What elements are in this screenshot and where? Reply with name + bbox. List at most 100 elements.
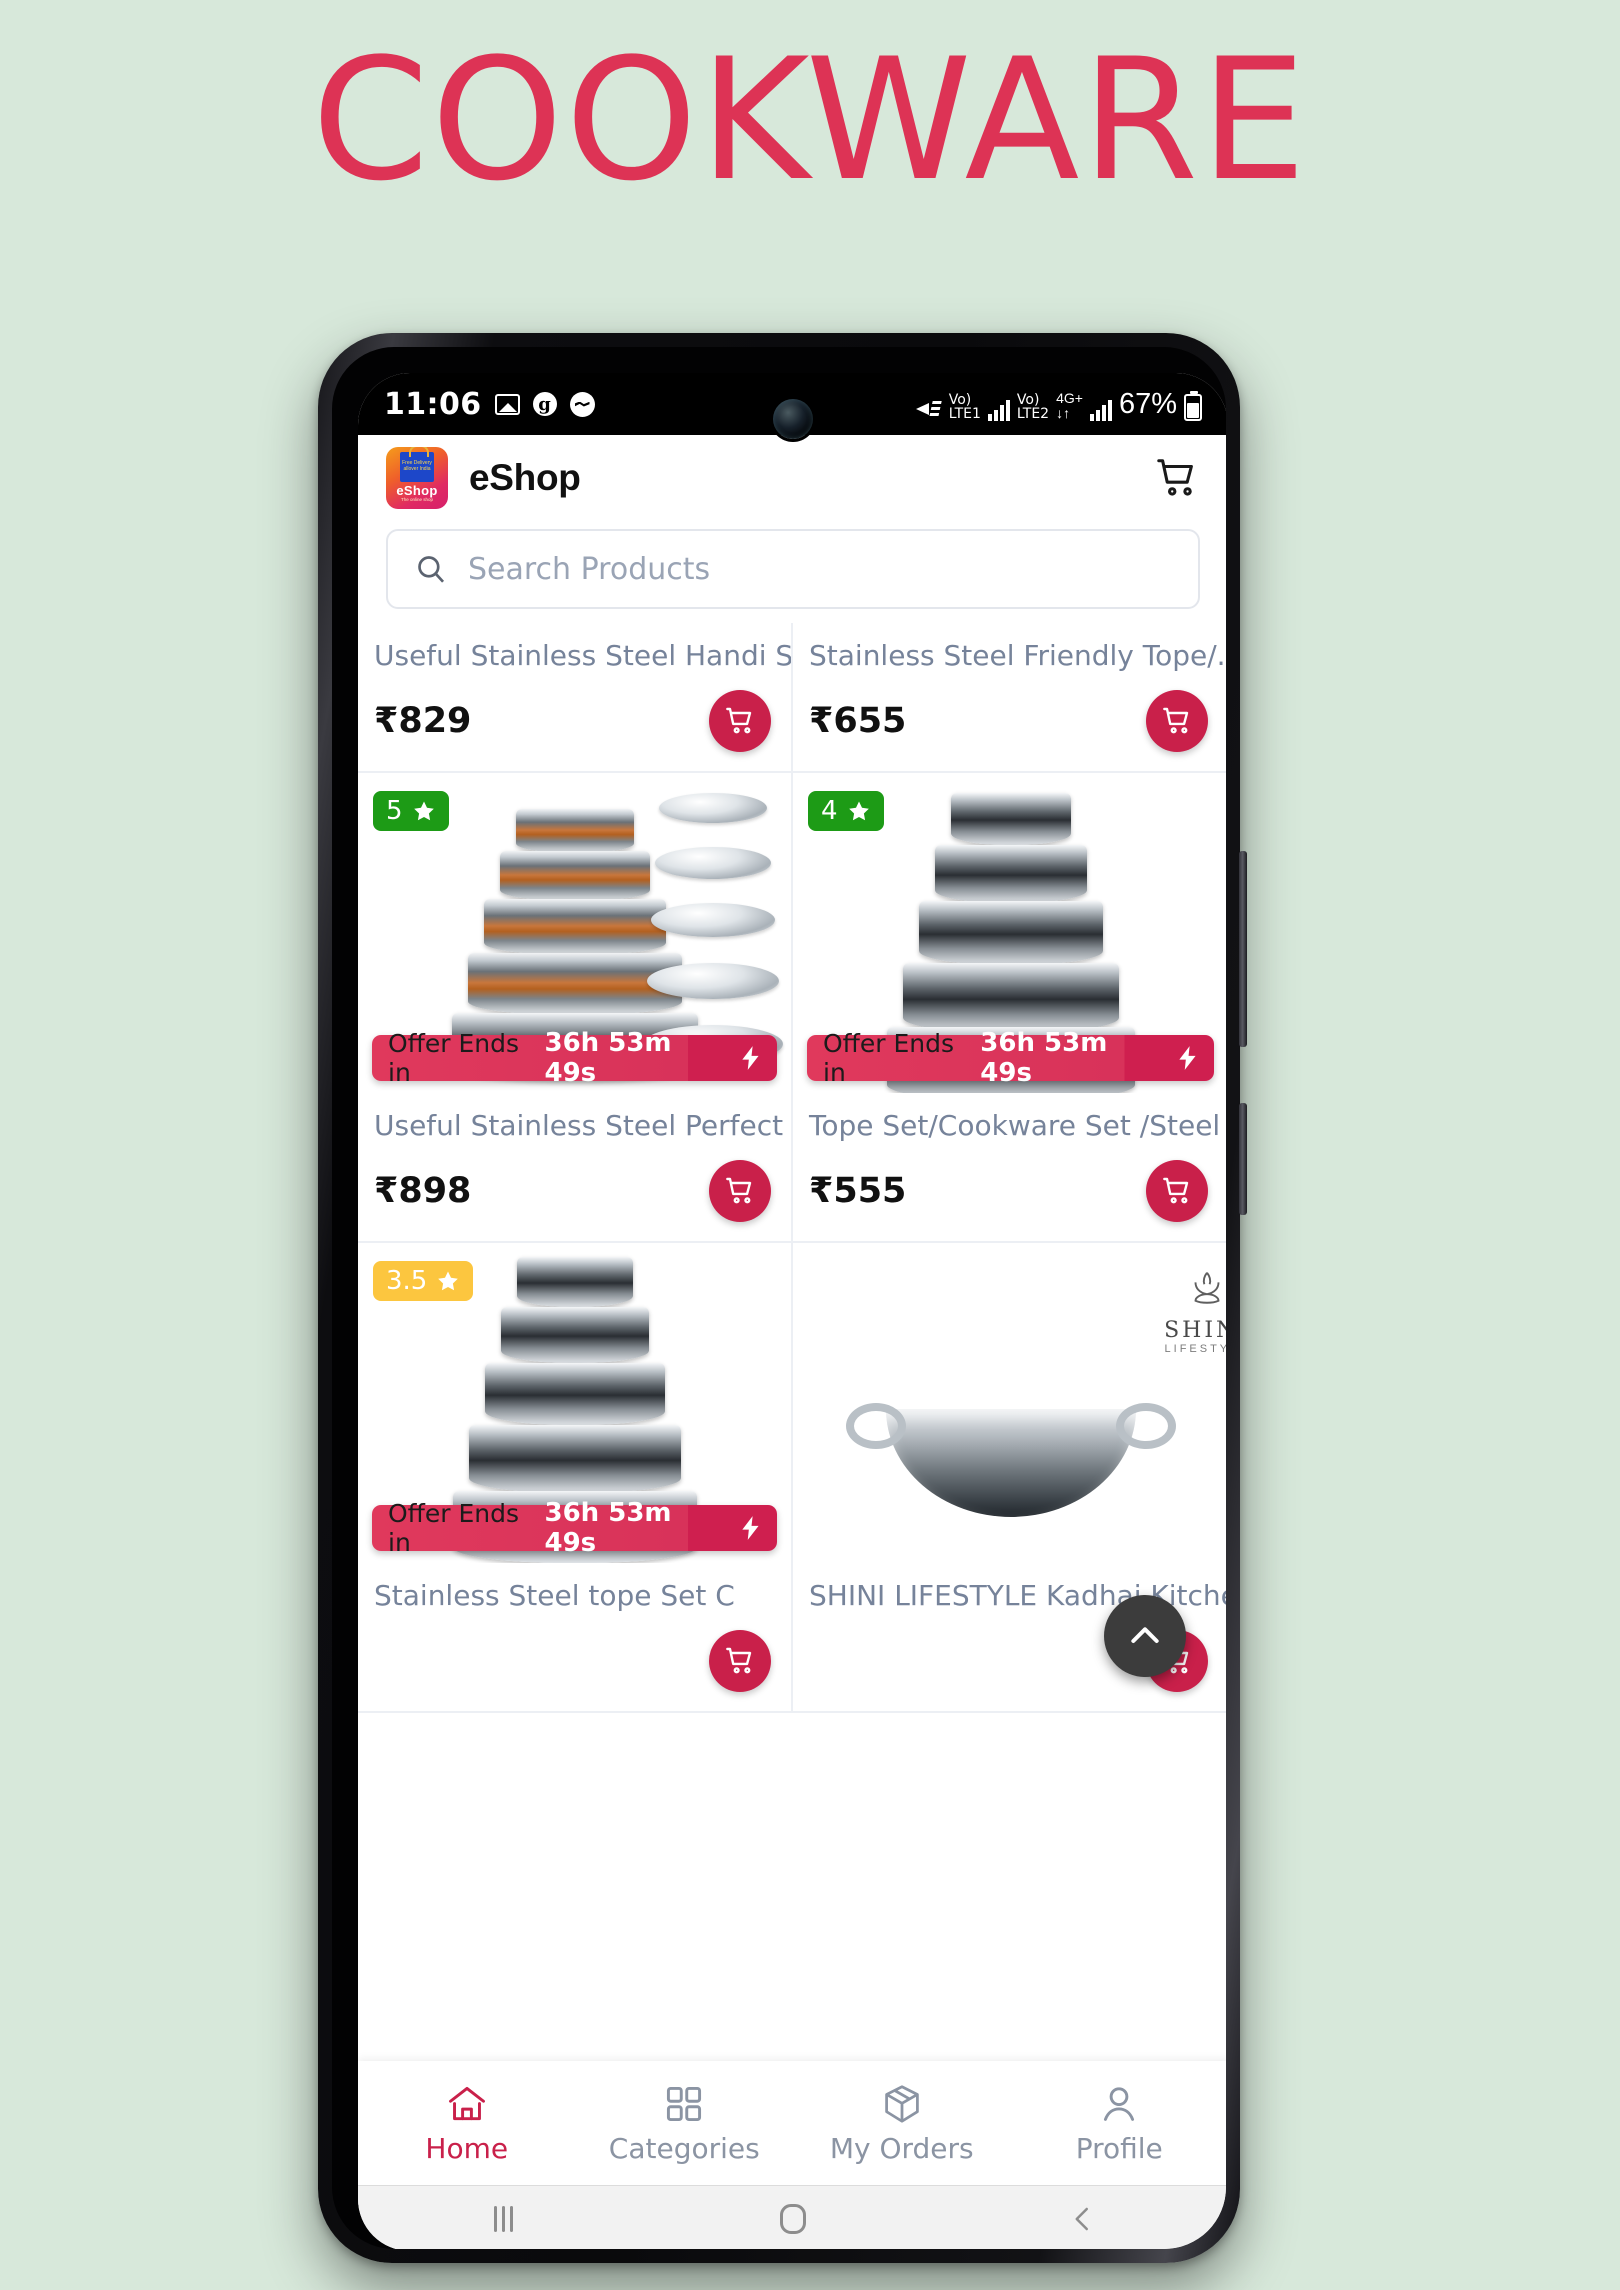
app-bar: Free Delivery allover India eShop The on… (358, 435, 1226, 521)
back-chevron-icon (1075, 2207, 1088, 2230)
battery-percent: 67% (1118, 387, 1177, 420)
nav-item-my-orders[interactable]: My Orders (793, 2082, 1011, 2165)
package-icon (884, 2084, 919, 2123)
sim1-volte-bottom: LTE1 (948, 405, 981, 422)
sim2-signal-icon (1089, 399, 1112, 421)
status-time: 11:06 (384, 386, 482, 422)
add-to-cart-button[interactable] (709, 1160, 771, 1222)
offer-label: Offer Ends in (823, 1029, 955, 1087)
android-recents-button[interactable] (358, 2205, 648, 2232)
home-icon (448, 2086, 485, 2120)
product-name: Stainless Steel tope Set C (374, 1579, 735, 1612)
page-title: COOKWARE (311, 22, 1309, 218)
android-back-button[interactable] (938, 2204, 1226, 2234)
bottom-navigation: Home Categories My Orders Profile (358, 2061, 1226, 2185)
add-to-cart-button[interactable] (1146, 1160, 1208, 1222)
product-card[interactable]: Stainless Steel Friendly Tope/... ₹655 (793, 623, 1226, 773)
scroll-to-top-icon (1131, 1627, 1159, 1643)
rating-value: 4 (821, 796, 838, 826)
add-to-cart-button[interactable] (1146, 690, 1208, 752)
lightning-bolt-icon (724, 1043, 777, 1073)
star-icon (848, 801, 869, 821)
person-icon (1104, 2086, 1135, 2121)
product-price-row: ₹829 (358, 685, 791, 771)
recents-icon (493, 2205, 513, 2232)
sim2-volte-top: Vo) (1016, 391, 1040, 408)
status-bar-right: Vo) LTE1 Vo) LTE2 4G+ ↓↑ 67% (915, 387, 1202, 421)
product-image: 5 Offer Ends in 36h 53m 49s (358, 773, 791, 1093)
volume-button[interactable] (1239, 851, 1247, 1047)
lightning-bolt-icon (724, 1513, 777, 1543)
offer-countdown: 36h 53m 49s (980, 1028, 1108, 1088)
poster-root: COOKWARE 11:06 g Vo) LTE1 Vo) LTE2 4G+ ↓… (0, 0, 1620, 2290)
status-bar: 11:06 g Vo) LTE1 Vo) LTE2 4G+ ↓↑ 67% (358, 373, 1226, 439)
offer-label: Offer Ends in (388, 1499, 520, 1557)
product-name: Useful Stainless Steel Perfect ... (374, 1109, 791, 1142)
battery-icon (1184, 390, 1202, 421)
offer-countdown: 36h 53m 49s (544, 1498, 672, 1558)
search-placeholder: Search Products (468, 551, 711, 587)
nav-label-home: Home (425, 2131, 509, 2165)
rating-badge: 3.5 (373, 1261, 474, 1301)
product-image: 3.5 Offer Ends in 36h 53m 49s (358, 1243, 791, 1563)
add-to-cart-button[interactable] (709, 1630, 771, 1692)
logo-bag-icon: Free Delivery allover India (400, 447, 434, 482)
lightning-bolt-icon (1161, 1043, 1214, 1073)
network-label: 4G+ (1056, 390, 1083, 407)
rating-value: 5 (386, 796, 403, 826)
product-price: ₹829 (374, 701, 472, 741)
offer-countdown: 36h 53m 49s (544, 1028, 672, 1088)
phone-screen: 11:06 g Vo) LTE1 Vo) LTE2 4G+ ↓↑ 67% Fre… (358, 373, 1226, 2249)
rating-value: 3.5 (386, 1266, 428, 1296)
shini-watermark: SHINI LIFESTYLE (1164, 1267, 1226, 1355)
app-title: eShop (469, 457, 581, 498)
product-card[interactable]: 4 Offer Ends in 36h 53m 49s Tope Set/Coo… (793, 773, 1226, 1243)
power-button[interactable] (1239, 1103, 1247, 1215)
search-icon (418, 556, 445, 583)
product-row: 3.5 Offer Ends in 36h 53m 49s Stainless … (358, 1243, 1226, 1713)
add-to-cart-button[interactable] (709, 690, 771, 752)
offer-timer-banner: Offer Ends in 36h 53m 49s (372, 1498, 777, 1558)
search-input[interactable]: Search Products (386, 529, 1200, 609)
messenger-icon (569, 391, 595, 417)
data-arrows-icon: ↓↑ (1056, 404, 1071, 421)
product-image: 4 Offer Ends in 36h 53m 49s (793, 773, 1226, 1093)
star-icon (413, 801, 434, 821)
logo-tagline: The online shop (400, 497, 434, 502)
phone-device-frame: 11:06 g Vo) LTE1 Vo) LTE2 4G+ ↓↑ 67% Fre… (318, 333, 1247, 2263)
product-grid[interactable]: Useful Stainless Steel Handi S... ₹829 S… (358, 623, 1226, 1721)
nav-item-categories[interactable]: Categories (576, 2082, 794, 2165)
sim1-volte-indicator: Vo) LTE1 (949, 393, 981, 421)
sim2-volte-bottom: LTE2 (1016, 405, 1050, 422)
offer-label: Offer Ends in (388, 1029, 520, 1087)
nav-item-profile[interactable]: Profile (1011, 2082, 1227, 2165)
lotus-icon (1194, 1272, 1220, 1304)
product-price-row (358, 1625, 791, 1711)
nav-label-my-orders: My Orders (829, 2131, 974, 2165)
star-icon (438, 1271, 459, 1291)
product-card[interactable]: 3.5 Offer Ends in 36h 53m 49s Stainless … (358, 1243, 793, 1713)
product-price-row: ₹555 (793, 1155, 1226, 1241)
product-price: ₹555 (809, 1171, 907, 1211)
sim1-volte-top: Vo) (948, 391, 972, 408)
android-home-button[interactable] (648, 2203, 938, 2234)
offer-timer-banner: Offer Ends in 36h 53m 49s (372, 1028, 777, 1088)
sim1-signal-icon (987, 399, 1010, 421)
nav-label-categories: Categories (608, 2131, 760, 2165)
scroll-to-top-button[interactable] (1104, 1595, 1186, 1677)
nav-item-home[interactable]: Home (358, 2082, 576, 2165)
logo-bag-text: Free Delivery allover India (402, 460, 432, 472)
cart-icon[interactable] (1154, 455, 1200, 501)
sim2-volte-indicator: Vo) LTE2 (1017, 393, 1049, 421)
product-price-row: ₹898 (358, 1155, 791, 1241)
product-card[interactable]: 5 Offer Ends in 36h 53m 49s Useful Stain… (358, 773, 793, 1243)
eshop-logo: Free Delivery allover India eShop The on… (386, 447, 448, 509)
rating-badge: 5 (373, 791, 449, 831)
product-price: ₹898 (374, 1171, 472, 1211)
phone-bezel: 11:06 g Vo) LTE1 Vo) LTE2 4G+ ↓↑ 67% Fre… (332, 347, 1226, 2249)
product-name: Tope Set/Cookware Set /Steel ... (809, 1109, 1226, 1142)
home-circle-icon (780, 2203, 806, 2234)
grid-icon (667, 2086, 702, 2121)
product-card[interactable]: Useful Stainless Steel Handi S... ₹829 (358, 623, 793, 773)
photos-icon (494, 393, 520, 415)
